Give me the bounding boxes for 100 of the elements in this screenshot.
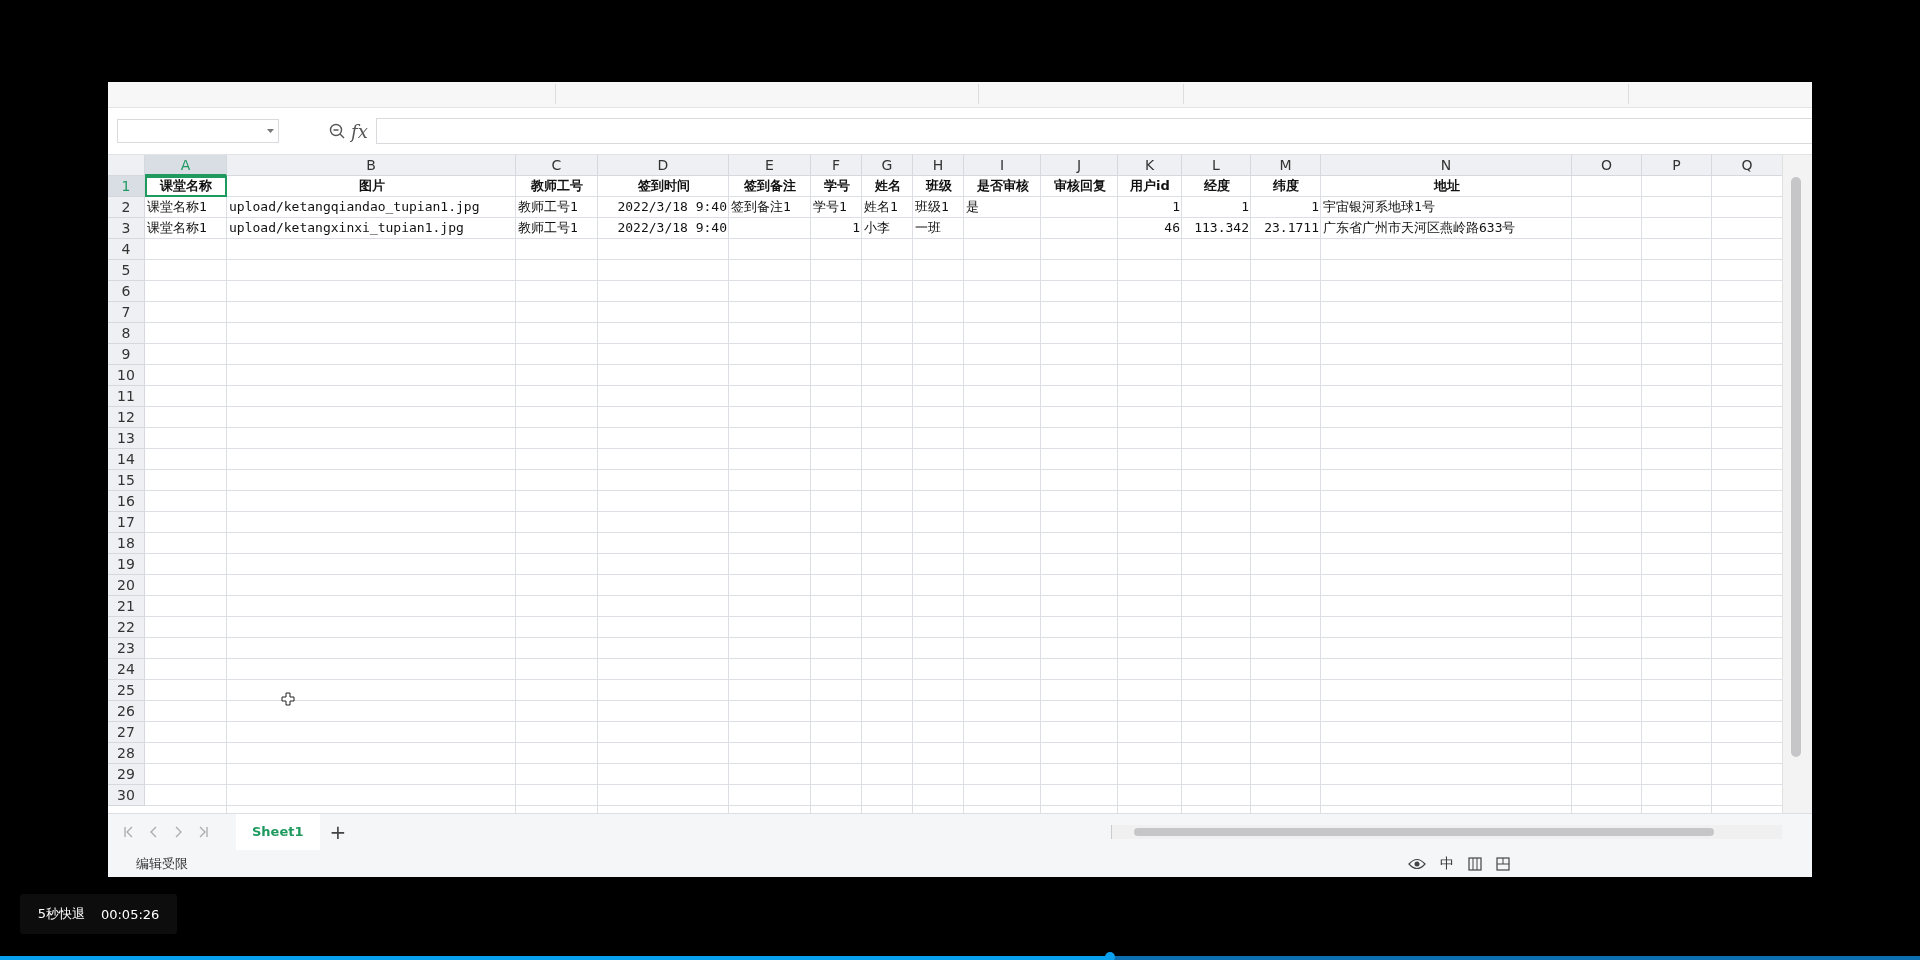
row-header[interactable]: 3 <box>108 218 145 239</box>
table-cell[interactable]: 小李 <box>862 218 913 239</box>
table-cell[interactable]: 学号1 <box>811 197 862 218</box>
row-header[interactable]: 23 <box>108 638 145 659</box>
column-header[interactable]: O <box>1572 155 1642 176</box>
row-header[interactable]: 20 <box>108 575 145 596</box>
row-header[interactable]: 10 <box>108 365 145 386</box>
row-header[interactable]: 8 <box>108 323 145 344</box>
table-cell[interactable]: upload/ketangxinxi_tupian1.jpg <box>227 218 516 239</box>
column-header[interactable]: P <box>1642 155 1712 176</box>
column-header[interactable]: J <box>1041 155 1118 176</box>
eye-icon[interactable] <box>1408 857 1426 870</box>
table-cell[interactable]: 是 <box>964 197 1041 218</box>
row-header[interactable]: 29 <box>108 764 145 785</box>
table-cell[interactable]: 签到时间 <box>598 176 729 197</box>
table-cell[interactable]: 23.1711 <box>1251 218 1321 239</box>
row-header[interactable]: 18 <box>108 533 145 554</box>
table-cell[interactable]: 2022/3/18 9:40 <box>598 197 729 218</box>
table-cell[interactable]: 宇宙银河系地球1号 <box>1321 197 1572 218</box>
row-header[interactable]: 2 <box>108 197 145 218</box>
row-header[interactable]: 16 <box>108 491 145 512</box>
table-cell[interactable]: 班级1 <box>913 197 964 218</box>
column-header[interactable]: N <box>1321 155 1572 176</box>
table-cell[interactable]: 图片 <box>227 176 516 197</box>
row-header[interactable]: 14 <box>108 449 145 470</box>
table-cell[interactable]: 广东省广州市天河区燕岭路633号 <box>1321 218 1572 239</box>
row-header[interactable]: 22 <box>108 617 145 638</box>
table-cell[interactable]: 签到备注 <box>729 176 811 197</box>
column-header[interactable]: E <box>729 155 811 176</box>
row-header[interactable]: 15 <box>108 470 145 491</box>
row-header[interactable]: 13 <box>108 428 145 449</box>
column-header[interactable]: K <box>1118 155 1182 176</box>
table-cell[interactable]: 纬度 <box>1251 176 1321 197</box>
table-cell[interactable]: upload/ketangqiandao_tupian1.jpg <box>227 197 516 218</box>
table-cell[interactable]: 是否审核 <box>964 176 1041 197</box>
table-cell[interactable]: 地址 <box>1321 176 1572 197</box>
column-header[interactable]: F <box>811 155 862 176</box>
sheet-tab[interactable]: Sheet1 <box>236 814 320 850</box>
column-header[interactable]: B <box>227 155 516 176</box>
formula-input[interactable] <box>375 118 1812 144</box>
table-cell[interactable]: 1 <box>1251 197 1321 218</box>
table-cell[interactable]: 1 <box>1118 197 1182 218</box>
row-header[interactable]: 30 <box>108 785 145 806</box>
next-sheet-icon[interactable] <box>174 826 182 838</box>
column-header[interactable]: G <box>862 155 913 176</box>
table-cell[interactable]: 课堂名称1 <box>145 218 227 239</box>
table-cell[interactable]: 1 <box>811 218 862 239</box>
column-header[interactable]: Q <box>1712 155 1782 176</box>
input-mode-button[interactable]: 中 <box>1440 854 1454 873</box>
column-header[interactable]: C <box>516 155 598 176</box>
row-header[interactable]: 11 <box>108 386 145 407</box>
table-cell[interactable]: 教师工号1 <box>516 197 598 218</box>
row-header[interactable]: 21 <box>108 596 145 617</box>
previous-sheet-icon[interactable] <box>150 826 158 838</box>
table-cell[interactable]: 姓名1 <box>862 197 913 218</box>
table-cell[interactable]: 2022/3/18 9:40 <box>598 218 729 239</box>
add-sheet-button[interactable]: + <box>329 820 347 844</box>
normal-view-icon[interactable] <box>1468 856 1482 871</box>
row-header[interactable]: 26 <box>108 701 145 722</box>
row-header[interactable]: 6 <box>108 281 145 302</box>
row-header[interactable]: 24 <box>108 659 145 680</box>
vertical-scrollbar[interactable] <box>1782 155 1812 813</box>
table-cell[interactable]: 教师工号1 <box>516 218 598 239</box>
row-header[interactable]: 19 <box>108 554 145 575</box>
row-header[interactable]: 17 <box>108 512 145 533</box>
page-view-icon[interactable] <box>1496 856 1510 871</box>
table-cell[interactable]: 签到备注1 <box>729 197 811 218</box>
select-all-corner[interactable] <box>108 155 145 176</box>
row-header[interactable]: 25 <box>108 680 145 701</box>
fx-label[interactable]: fx <box>351 120 368 142</box>
column-header[interactable]: M <box>1251 155 1321 176</box>
name-box[interactable] <box>117 119 279 143</box>
table-cell[interactable]: 46 <box>1118 218 1182 239</box>
row-header[interactable]: 28 <box>108 743 145 764</box>
table-cell[interactable]: 113.342 <box>1182 218 1251 239</box>
table-cell[interactable]: 课堂名称1 <box>145 197 227 218</box>
table-cell[interactable]: 审核回复 <box>1041 176 1118 197</box>
row-header[interactable]: 5 <box>108 260 145 281</box>
first-sheet-icon[interactable] <box>124 826 134 838</box>
table-cell[interactable]: 姓名 <box>862 176 913 197</box>
table-cell[interactable]: 教师工号 <box>516 176 598 197</box>
column-header[interactable]: D <box>598 155 729 176</box>
table-cell[interactable]: 班级 <box>913 176 964 197</box>
row-header[interactable]: 4 <box>108 239 145 260</box>
horizontal-scrollbar[interactable] <box>1111 825 1782 839</box>
table-cell[interactable]: 用户id <box>1118 176 1182 197</box>
table-cell[interactable]: 学号 <box>811 176 862 197</box>
row-header[interactable]: 27 <box>108 722 145 743</box>
table-cell[interactable]: 1 <box>1182 197 1251 218</box>
table-cell[interactable]: 经度 <box>1182 176 1251 197</box>
column-header[interactable]: L <box>1182 155 1251 176</box>
zoom-icon[interactable] <box>329 123 345 139</box>
row-header[interactable]: 12 <box>108 407 145 428</box>
column-header[interactable]: I <box>964 155 1041 176</box>
progress-thumb[interactable] <box>1104 952 1115 960</box>
row-header[interactable]: 9 <box>108 344 145 365</box>
column-header[interactable]: H <box>913 155 964 176</box>
row-header[interactable]: 7 <box>108 302 145 323</box>
last-sheet-icon[interactable] <box>198 826 208 838</box>
table-cell[interactable]: 课堂名称 <box>145 176 227 197</box>
